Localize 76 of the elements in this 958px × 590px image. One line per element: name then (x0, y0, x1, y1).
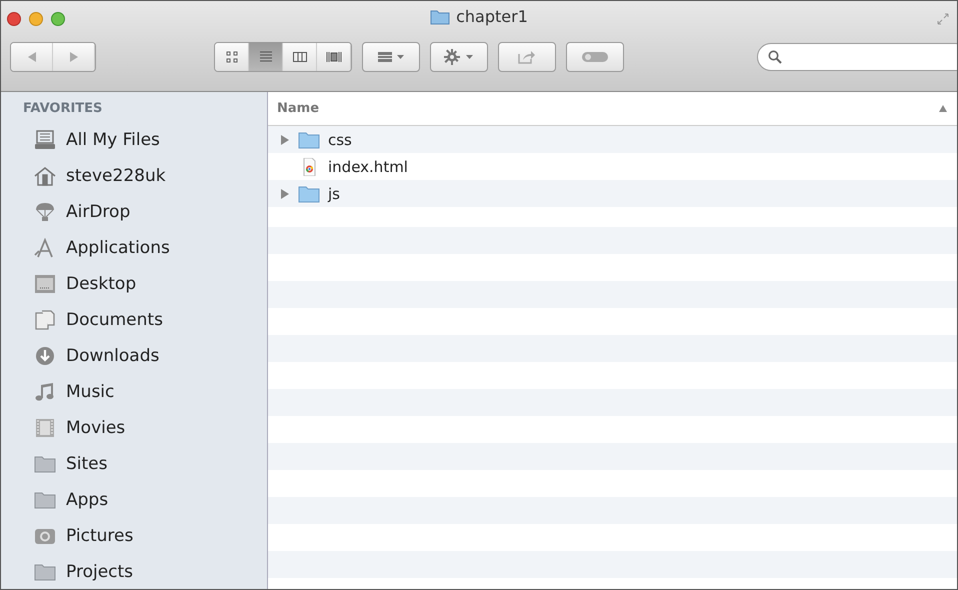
download-icon (34, 346, 56, 366)
list-view-button[interactable] (249, 43, 283, 71)
sidebar-item[interactable]: Sites (1, 446, 267, 482)
back-button[interactable] (11, 43, 53, 71)
sidebar-item[interactable]: Documents (1, 302, 267, 338)
folder-icon (430, 8, 450, 24)
music-note-icon (34, 382, 56, 402)
sidebar-label: steve228uk (66, 166, 166, 186)
sidebar-item[interactable]: Desktop (1, 266, 267, 302)
sidebar-item[interactable]: steve228uk (1, 158, 267, 194)
search-icon (768, 50, 782, 64)
file-row[interactable]: index.html (268, 153, 957, 180)
sidebar-label: Desktop (66, 274, 136, 294)
search-field[interactable] (757, 43, 957, 71)
sidebar-label: Sites (66, 454, 108, 474)
folder-icon (34, 490, 56, 510)
folder-icon (34, 562, 56, 582)
file-row[interactable]: js (268, 180, 957, 207)
column-title: Name (277, 101, 320, 116)
sidebar-item[interactable]: Applications (1, 230, 267, 266)
sidebar-label: Movies (66, 418, 126, 438)
sidebar-label: Projects (66, 562, 134, 582)
zoom-icon[interactable] (51, 12, 65, 26)
disclosure-triangle-icon[interactable] (280, 188, 290, 198)
house-icon (34, 166, 56, 186)
forward-arrow-icon (68, 51, 78, 63)
file-name: index.html (328, 158, 408, 176)
sidebar-heading: FAVORITES (22, 100, 104, 118)
sidebar-item[interactable]: Downloads (1, 338, 267, 374)
sidebar-item[interactable]: AirDrop (1, 194, 267, 230)
grid-icon (224, 50, 240, 64)
gear-dropdown-icon (444, 49, 474, 65)
sort-ascending-icon (939, 105, 947, 112)
parachute-icon (34, 202, 56, 222)
sidebar-label: Downloads (66, 346, 160, 366)
sidebar-item[interactable]: Projects (1, 554, 267, 589)
cover-flow-icon (326, 50, 342, 64)
film-icon (34, 418, 56, 438)
drive-icon (34, 130, 56, 150)
sidebar-label: Applications (66, 238, 170, 258)
window-title: chapter1 (456, 7, 528, 26)
share-icon (518, 50, 536, 64)
tag-button[interactable] (566, 42, 624, 72)
toggle-icon (581, 51, 609, 63)
sidebar-label: Apps (66, 490, 108, 510)
file-name: css (328, 130, 352, 148)
arrange-button[interactable] (362, 42, 420, 72)
folder-icon (298, 184, 320, 202)
list-icon (258, 50, 274, 64)
grid-dropdown-icon (377, 51, 405, 63)
back-arrow-icon (26, 51, 36, 63)
folder-icon (34, 454, 56, 474)
sidebar-label: AirDrop (66, 202, 130, 222)
sidebar-label: All My Files (66, 130, 160, 150)
sidebar-label: Documents (66, 310, 163, 330)
documents-icon (34, 310, 56, 330)
sidebar-item[interactable]: All My Files (1, 122, 267, 158)
share-button[interactable] (498, 42, 556, 72)
disclosure-triangle-icon[interactable] (280, 134, 290, 144)
monitor-icon (34, 274, 56, 294)
camera-icon (34, 526, 56, 546)
sidebar-item[interactable]: Movies (1, 410, 267, 446)
sidebar-item[interactable]: Pictures (1, 518, 267, 554)
sidebar-item[interactable]: Apps (1, 482, 267, 518)
sidebar-label: Pictures (66, 526, 134, 546)
sidebar-label: Music (66, 382, 114, 402)
minimize-icon[interactable] (29, 12, 43, 26)
columns-icon (292, 50, 308, 64)
fullscreen-icon[interactable] (937, 13, 949, 25)
action-button[interactable] (430, 42, 488, 72)
file-name: js (328, 184, 340, 202)
sidebar-item[interactable]: Music (1, 374, 267, 410)
close-icon[interactable] (7, 12, 21, 26)
folder-icon (298, 130, 320, 148)
file-row[interactable]: css (268, 126, 957, 153)
icon-view-button[interactable] (215, 43, 249, 71)
